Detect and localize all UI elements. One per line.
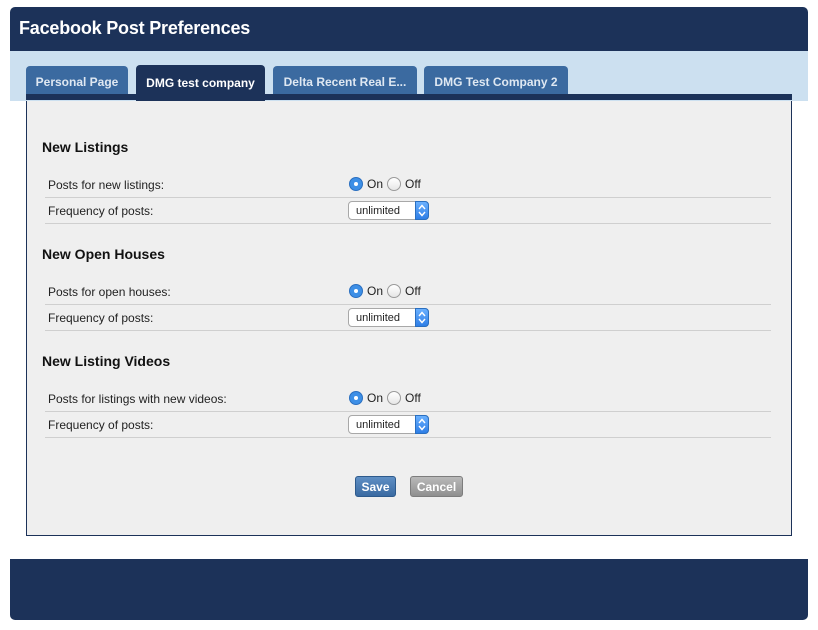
section-title-new-listings: New Listings [42,139,129,155]
frequency-row-listing-videos: Frequency of posts: unlimited [45,412,771,438]
radio-off[interactable] [387,177,402,191]
posts-row-listing-videos: Posts for listings with new videos: On O… [45,386,771,412]
radio-on[interactable] [349,177,363,191]
frequency-select[interactable]: unlimited [348,201,429,220]
section-title-new-open-houses: New Open Houses [42,246,165,262]
tab-personal-page[interactable]: Personal Page [26,66,128,97]
select-stepper-icon [415,415,429,434]
frequency-label: Frequency of posts: [48,204,154,218]
frequency-value: unlimited [356,312,401,324]
save-button[interactable]: Save [355,476,396,497]
frequency-label: Frequency of posts: [48,311,154,325]
frequency-value: unlimited [356,205,401,217]
posts-label: Posts for new listings: [48,178,165,192]
radio-off[interactable] [387,391,402,405]
select-stepper-icon [415,201,429,220]
posts-label: Posts for listings with new videos: [48,392,227,406]
radio-on[interactable] [349,391,363,405]
preferences-panel: New Listings Posts for new listings: On … [26,101,792,536]
frequency-select[interactable]: unlimited [348,308,429,327]
frequency-row-open-houses: Frequency of posts: unlimited [45,305,771,331]
radio-on[interactable] [349,284,363,298]
cancel-button[interactable]: Cancel [410,476,463,497]
posts-radio-group: On Off [349,391,425,405]
frequency-label: Frequency of posts: [48,418,154,432]
window-title: Facebook Post Preferences [19,18,251,38]
preferences-window: Facebook Post Preferences Personal Page … [10,7,808,620]
radio-off-label: Off [405,284,421,298]
frequency-select[interactable]: unlimited [348,415,429,434]
posts-row-new-listings: Posts for new listings: On Off [45,172,771,198]
tab-delta-recent-real-estate[interactable]: Delta Recent Real E... [273,66,417,97]
posts-radio-group: On Off [349,177,425,191]
posts-label: Posts for open houses: [48,285,171,299]
radio-on-label: On [367,284,384,298]
posts-radio-group: On Off [349,284,425,298]
posts-row-open-houses: Posts for open houses: On Off [45,279,771,305]
radio-on-label: On [367,391,384,405]
select-stepper-icon [415,308,429,327]
tab-dmg-test-company-2[interactable]: DMG Test Company 2 [424,66,568,97]
tab-underline [26,94,792,100]
section-title-new-listing-videos: New Listing Videos [42,353,171,369]
radio-off-label: Off [405,391,421,405]
frequency-row-new-listings: Frequency of posts: unlimited [45,198,771,224]
frequency-value: unlimited [356,419,401,431]
radio-off-label: Off [405,177,421,191]
radio-on-label: On [367,177,384,191]
radio-off[interactable] [387,284,402,298]
content-area: New Listings Posts for new listings: On … [10,101,808,559]
